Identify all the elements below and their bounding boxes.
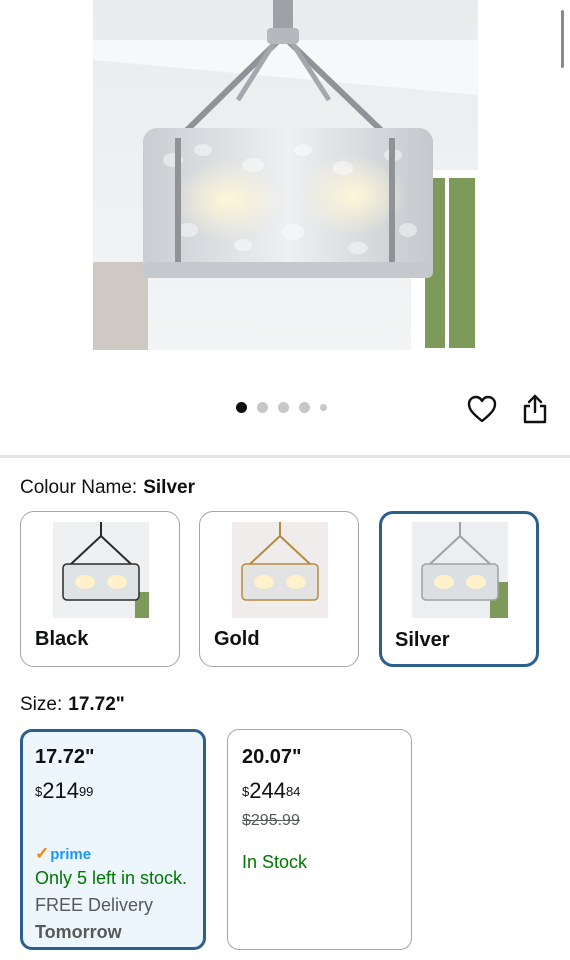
price-symbol: $: [242, 784, 250, 799]
list-price: $295.99: [242, 812, 300, 829]
carousel-dot[interactable]: [299, 402, 310, 413]
heart-icon: [467, 395, 497, 423]
share-button[interactable]: [520, 393, 550, 425]
size-option-label: 17.72": [35, 746, 95, 768]
prime-badge: ✓ prime: [35, 844, 191, 864]
size-option-20-07[interactable]: 20.07" $24484 $295.99 In Stock: [227, 729, 412, 950]
carousel-dot[interactable]: [320, 404, 327, 411]
colour-thumbnail: [53, 522, 149, 618]
stock-status: Only 5 left in stock.: [35, 868, 188, 888]
size-option-17-72[interactable]: 17.72" $21499 ✓ prime Only 5 left in stoc…: [20, 729, 206, 950]
selected-colour-value: Silver: [143, 477, 195, 498]
scrollbar[interactable]: [561, 10, 564, 68]
price-fraction: 99: [78, 784, 94, 799]
colour-name-label: Colour Name: Silver: [20, 477, 195, 499]
image-carousel-dots[interactable]: [236, 402, 327, 413]
size-label-text: Size:: [20, 694, 63, 715]
stock-status: In Stock: [242, 852, 308, 872]
colour-option-black[interactable]: Black: [20, 511, 180, 667]
price-symbol: $: [35, 784, 43, 799]
colour-option-gold[interactable]: Gold: [199, 511, 359, 667]
price-fraction: 84: [285, 784, 301, 799]
colour-option-label: Black: [35, 628, 89, 650]
colour-label-text: Colour Name:: [20, 477, 138, 498]
product-image[interactable]: [93, 0, 478, 350]
prime-label: prime: [50, 845, 92, 863]
carousel-dot[interactable]: [257, 402, 268, 413]
colour-option-silver[interactable]: Silver: [379, 511, 539, 667]
delivery-info: FREE Delivery: [35, 895, 154, 915]
prime-check-icon: ✓: [35, 844, 50, 863]
selected-size-value: 17.72": [68, 694, 125, 715]
size-option-label: 20.07": [242, 746, 302, 768]
delivery-day: Tomorrow: [35, 922, 122, 942]
price-whole: 214: [42, 778, 79, 803]
price: $21499: [35, 780, 191, 802]
share-icon: [523, 394, 547, 424]
price: $24484: [242, 780, 397, 802]
price-whole: 244: [249, 778, 286, 803]
carousel-dot[interactable]: [236, 402, 247, 413]
colour-thumbnail: [232, 522, 328, 618]
carousel-dot[interactable]: [278, 402, 289, 413]
colour-thumbnail: [412, 522, 508, 618]
colour-option-label: Gold: [214, 628, 260, 650]
section-divider: [0, 455, 570, 458]
size-label: Size: 17.72": [20, 694, 125, 716]
colour-option-label: Silver: [395, 629, 450, 651]
wishlist-button[interactable]: [466, 394, 498, 424]
